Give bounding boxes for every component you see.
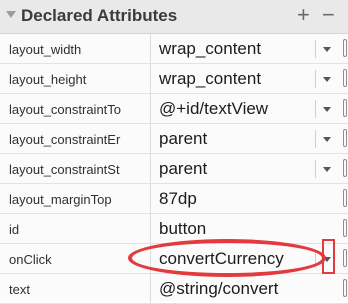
resource-picker-icon[interactable] [343,189,347,207]
panel-title: Declared Attributes [21,6,178,25]
attribute-value[interactable]: @+id/textView [159,99,268,119]
attribute-row[interactable]: layout_marginTop 87dp [0,184,348,214]
resource-picker-icon[interactable] [343,219,347,237]
attribute-value-field[interactable]: button [151,214,348,244]
attribute-value[interactable]: wrap_content [159,39,261,59]
resource-picker-icon[interactable] [343,129,347,147]
attribute-row[interactable]: text @string/convert [0,274,348,304]
collapse-triangle-icon[interactable] [6,11,16,18]
attribute-value-field[interactable]: @+id/textView [151,94,348,124]
attribute-row[interactable]: onClick convertCurrency [0,244,348,274]
attribute-value-field[interactable]: @string/convert [151,274,348,304]
resource-picker-icon[interactable] [343,159,347,177]
attribute-name: layout_marginTop [9,192,112,207]
dropdown-arrow-icon[interactable] [315,70,338,88]
attribute-value[interactable]: convertCurrency [159,249,284,269]
attribute-name-cell: layout_constraintEr [0,124,151,154]
dropdown-arrow-icon[interactable] [315,100,338,118]
attribute-name-cell: layout_constraintTo [0,94,151,124]
declared-attributes-panel: Declared Attributes + − layout_widthwrap… [0,0,348,304]
attribute-value-field[interactable]: wrap_content [151,34,348,64]
attribute-value[interactable]: parent [159,129,207,149]
attribute-row[interactable]: layout_constraintEr parent [0,124,348,154]
dropdown-arrow-icon[interactable] [315,40,338,58]
attribute-value-field[interactable]: 87dp [151,184,348,214]
attribute-name-cell: onClick [0,244,151,274]
attribute-row[interactable]: layout_constraintSt parent [0,154,348,184]
attribute-name: layout_height [9,72,87,87]
attribute-name: layout_constraintTo [9,102,122,117]
attribute-value[interactable]: button [159,219,206,239]
attribute-name-cell: layout_height [0,64,151,94]
attribute-name: layout_constraintSt [9,162,120,177]
attribute-value[interactable]: @string/convert [159,279,278,299]
attribute-row[interactable]: id button [0,214,348,244]
attribute-value-field[interactable]: convertCurrency [151,244,348,274]
attribute-name-cell: layout_width [0,34,151,64]
attribute-value[interactable]: 87dp [159,189,197,209]
attribute-name: layout_constraintEr [9,132,121,147]
attribute-name: onClick [9,252,52,267]
attribute-value-field[interactable]: wrap_content [151,64,348,94]
attribute-name: text [9,282,30,297]
attribute-value[interactable]: parent [159,159,207,179]
resource-picker-icon[interactable] [343,39,347,57]
attribute-row[interactable]: layout_height wrap_content [0,64,348,94]
minus-icon[interactable]: − [322,2,335,28]
attribute-value-field[interactable]: parent [151,154,348,184]
resource-picker-icon[interactable] [343,99,347,117]
resource-picker-icon[interactable] [343,249,347,267]
resource-picker-icon[interactable] [343,279,347,297]
resource-picker-icon[interactable] [343,69,347,87]
attribute-row[interactable]: layout_width wrap_content [0,34,348,64]
attribute-name-cell: layout_constraintSt [0,154,151,184]
plus-icon[interactable]: + [297,2,310,28]
attribute-name: layout_width [9,42,82,57]
attribute-name-cell: id [0,214,151,244]
attribute-row[interactable]: layout_constraintTo @+id/textView [0,94,348,124]
attribute-value-field[interactable]: parent [151,124,348,154]
attribute-name-cell: text [0,274,151,304]
dropdown-arrow-icon[interactable] [315,130,338,148]
attribute-name: id [9,222,20,237]
attribute-value[interactable]: wrap_content [159,69,261,89]
attribute-name-cell: layout_marginTop [0,184,151,214]
dropdown-arrow-icon[interactable] [315,160,338,178]
panel-header[interactable]: Declared Attributes + − [0,0,348,34]
dropdown-arrow-icon[interactable] [315,250,338,268]
